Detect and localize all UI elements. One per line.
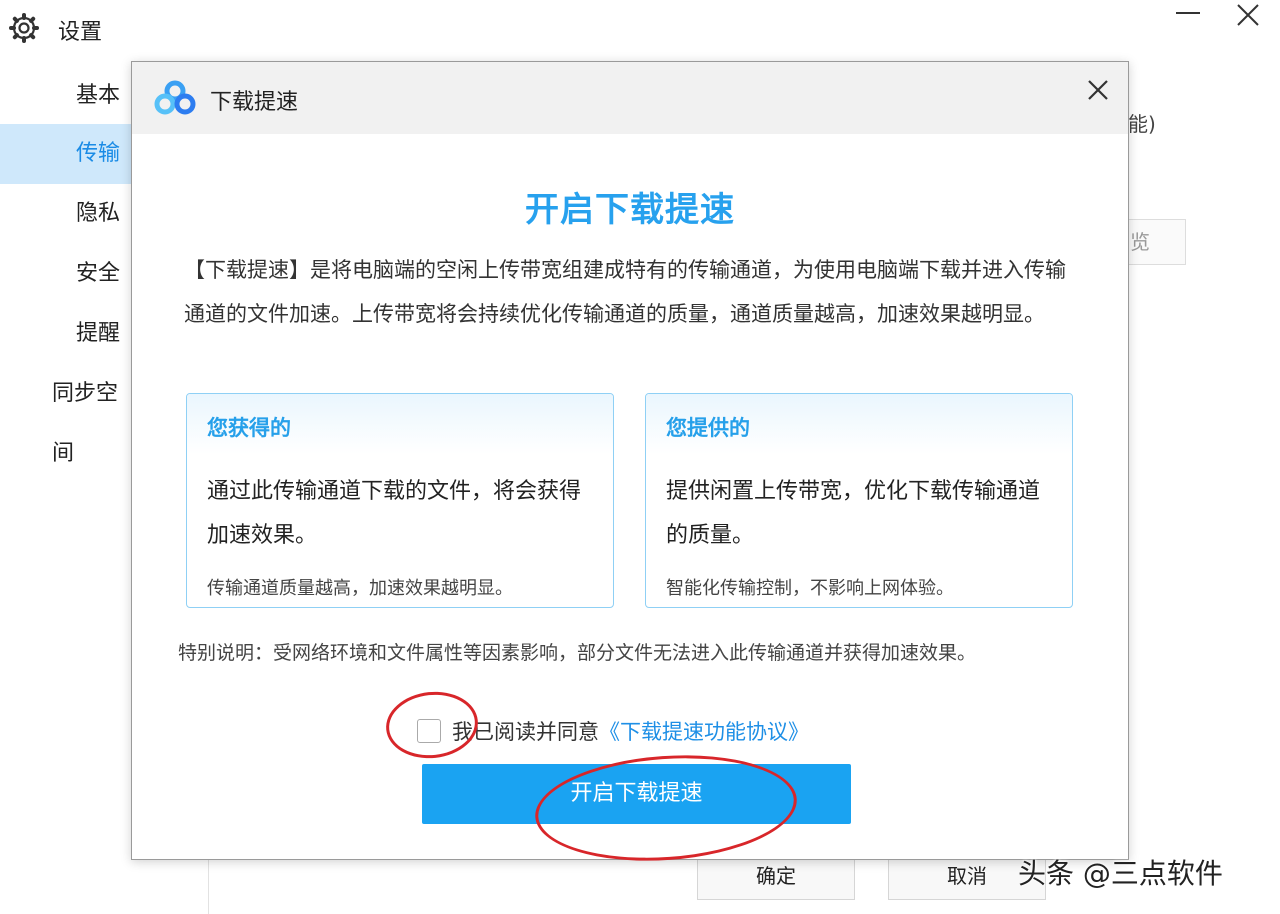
sidebar-item-basic[interactable]: 基本 [0,66,132,126]
sidebar-item-label: 基本 [76,83,121,108]
sidebar-item-reminder[interactable]: 提醒 [0,304,132,364]
sidebar-item-sync-space[interactable]: 同步空间 [0,364,132,466]
divider [208,858,209,914]
card-footnote: 智能化传输控制，不影响上网体验。 [666,578,954,599]
sidebar-item-label: 同步空间 [52,381,119,466]
close-window-button[interactable] [1226,0,1270,30]
sidebar-item-transfer[interactable]: 传输 [0,124,132,184]
minimize-button[interactable] [1166,0,1210,30]
close-icon [1088,80,1108,100]
sidebar-item-label: 安全 [76,261,121,286]
watermark: 头条 @三点软件 [1018,857,1223,890]
baidu-netdisk-logo-icon [154,80,196,115]
agree-text: 我已阅读并同意 [452,720,599,744]
enable-download-boost-button[interactable]: 开启下载提速 [422,764,851,824]
dialog-heading: 开启下载提速 [525,190,735,230]
agreement-link[interactable]: 《下载提速功能协议》 [599,720,809,744]
download-boost-dialog: 下载提速 开启下载提速 【下载提速】是将电脑端的空闲上传带宽组建成特有的传输通道… [131,61,1129,860]
settings-option-text: 能) [1128,112,1156,136]
special-note: 特别说明：受网络环境和文件属性等因素影响，部分文件无法进入此传输通道并获得加速效… [178,642,977,664]
sidebar-item-security[interactable]: 安全 [0,244,132,304]
sidebar-item-label: 传输 [76,141,121,166]
sidebar-item-label: 提醒 [76,321,121,346]
agree-label: 我已阅读并同意《下载提速功能协议》 [452,716,809,746]
dialog-header: 下载提速 [132,62,1128,134]
gear-icon [9,13,39,43]
agree-checkbox[interactable] [417,719,441,743]
settings-title: 设置 [58,20,103,45]
contribution-card: 您提供的 提供闲置上传带宽，优化下载传输通道的质量。 智能化传输控制，不影响上网… [645,393,1073,608]
dialog-description: 【下载提速】是将电脑端的空闲上传带宽组建成特有的传输通道，为使用电脑端下载并进入… [184,258,1066,326]
settings-titlebar: 设置 [0,0,1280,60]
close-icon [1237,4,1259,26]
dialog-close-button[interactable] [1080,72,1116,108]
minimize-icon [1176,12,1200,14]
card-body: 提供闲置上传带宽，优化下载传输通道的质量。 [666,479,1041,548]
sidebar-item-label: 隐私 [76,201,121,226]
benefit-card: 您获得的 通过此传输通道下载的文件，将会获得加速效果。 传输通道质量越高，加速效… [186,393,614,608]
sidebar-item-privacy[interactable]: 隐私 [0,184,132,244]
card-footnote: 传输通道质量越高，加速效果越明显。 [207,578,513,599]
card-title: 您获得的 [207,416,291,440]
card-title: 您提供的 [666,416,750,440]
dialog-title: 下载提速 [210,90,299,115]
settings-sidebar: 基本 传输 隐私 安全 提醒 同步空间 [0,62,132,914]
card-body: 通过此传输通道下载的文件，将会获得加速效果。 [207,479,582,548]
browse-button[interactable]: 览 [1128,219,1186,265]
